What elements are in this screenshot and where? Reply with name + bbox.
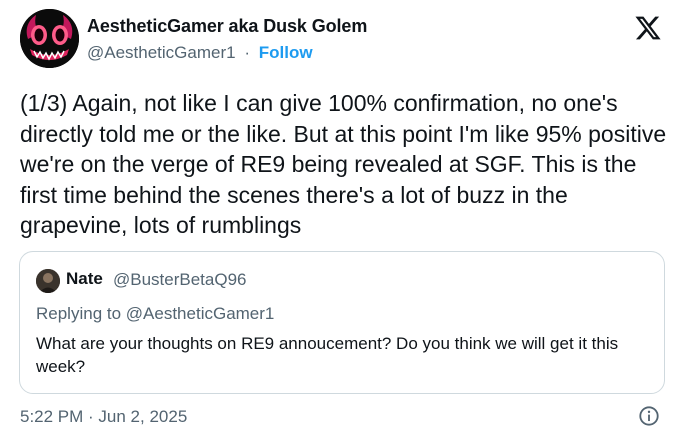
quoted-tweet-text: What are your thoughts on RE9 annoucemen… (36, 334, 619, 376)
x-logo-icon[interactable] (634, 14, 662, 42)
person-photo-icon (36, 269, 60, 293)
tweet-timestamp[interactable]: 5:22 PM · Jun 2, 2025 (20, 407, 187, 427)
quoted-handle[interactable]: @BusterBetaQ96 (113, 270, 247, 290)
tweet-text: (1/3) Again, not like I can give 100% co… (20, 90, 667, 238)
separator-dot: · (244, 43, 250, 62)
quoted-author-avatar[interactable] (36, 269, 60, 293)
author-display-name[interactable]: AestheticGamer aka Dusk Golem (87, 16, 367, 37)
replying-to-prefix: Replying to (36, 304, 126, 323)
demon-face-icon (20, 9, 79, 68)
quoted-tweet-card[interactable]: Nate @BusterBetaQ96 Replying to @Aesthet… (19, 251, 665, 394)
quoted-display-name[interactable]: Nate (66, 269, 103, 289)
author-handle[interactable]: @AestheticGamer1 (87, 43, 236, 62)
replying-to-line: Replying to @AestheticGamer1 (36, 304, 274, 324)
info-icon[interactable] (638, 405, 660, 427)
replying-to-mention[interactable]: @AestheticGamer1 (126, 304, 275, 323)
follow-button[interactable]: Follow (259, 43, 313, 62)
author-avatar[interactable] (20, 9, 79, 68)
author-handle-row: @AestheticGamer1 · Follow (87, 43, 313, 63)
